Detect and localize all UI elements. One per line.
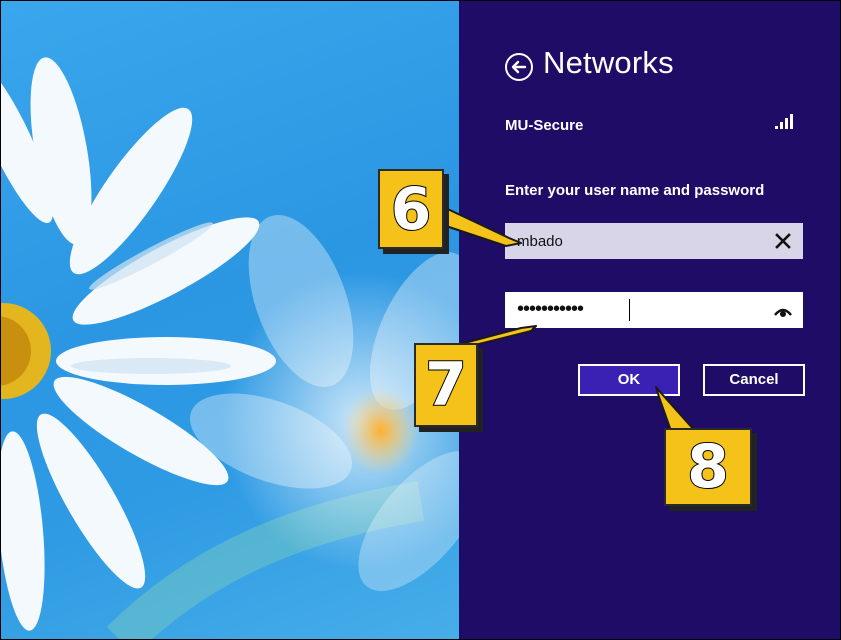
step-8-callout: 8	[664, 428, 752, 506]
password-value: •••••••••••	[517, 298, 584, 320]
close-icon[interactable]	[773, 231, 793, 251]
back-arrow-icon	[511, 60, 527, 74]
password-field[interactable]: •••••••••••	[505, 292, 803, 328]
credentials-prompt: Enter your user name and password	[505, 182, 765, 199]
panel-title: Networks	[543, 45, 674, 80]
text-caret	[629, 299, 630, 321]
daisy-image	[1, 57, 459, 639]
step-7-callout: 7	[414, 343, 478, 427]
ok-button[interactable]: OK	[578, 364, 680, 396]
username-field[interactable]: mbado	[505, 223, 803, 259]
desktop-wallpaper	[1, 1, 459, 639]
networks-panel: Networks MU-Secure Enter your user name …	[459, 1, 840, 639]
eye-icon[interactable]	[773, 302, 793, 322]
screenshot-frame: Networks MU-Secure Enter your user name …	[0, 0, 841, 640]
back-button[interactable]	[505, 53, 533, 81]
wifi-signal-icon	[775, 113, 797, 129]
username-value: mbado	[517, 233, 563, 250]
cancel-button[interactable]: Cancel	[703, 364, 805, 396]
step-6-callout: 6	[378, 169, 444, 249]
network-name: MU-Secure	[505, 117, 584, 134]
